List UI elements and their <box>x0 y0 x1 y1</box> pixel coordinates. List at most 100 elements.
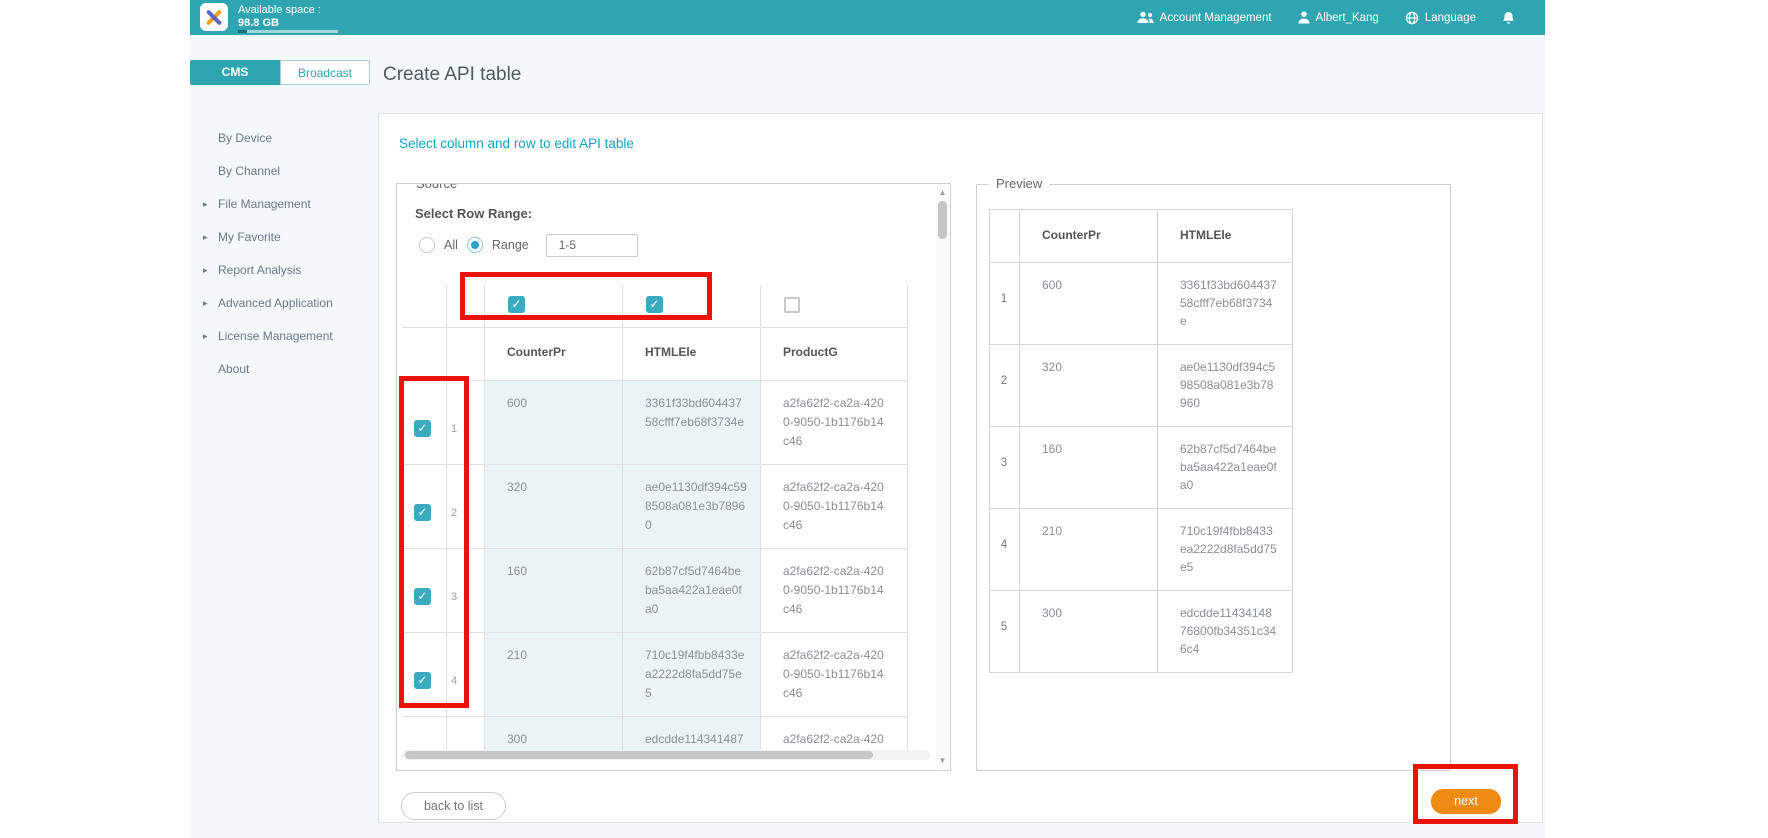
sidebar-item-about[interactable]: About <box>190 362 378 380</box>
vertical-scrollbar[interactable]: ▲ ▼ <box>936 185 949 769</box>
grid-line <box>989 344 1292 345</box>
expand-arrow-icon: ▸ <box>203 331 208 341</box>
globe-icon <box>1405 11 1419 25</box>
column-checkbox-productg[interactable] <box>784 297 800 313</box>
source-section: Source Select Row Range: All Range ✓Coun… <box>396 183 951 771</box>
grid-line <box>1157 209 1158 672</box>
grid-line <box>622 285 623 753</box>
grid-line <box>989 209 990 672</box>
grid-line <box>402 380 907 381</box>
preview-cell-counterpr: 600 <box>1042 278 1063 292</box>
horizontal-scroll-thumb[interactable] <box>405 751 873 759</box>
sidebar-item-by-channel[interactable]: By Channel <box>190 164 378 182</box>
sidebar-item-label: About <box>218 362 250 376</box>
sidebar-item-report-analysis[interactable]: ▸ Report Analysis <box>190 263 378 281</box>
grid-line <box>989 590 1292 591</box>
cell-counterpr: 320 <box>507 480 528 494</box>
sidebar-item-file-management[interactable]: ▸ File Management <box>190 197 378 215</box>
cell-counterpr: 160 <box>507 564 528 578</box>
topbar-nav: Account Management Albert_Kang Language <box>1137 0 1515 35</box>
people-icon <box>1137 11 1154 24</box>
cell-counterpr: 210 <box>507 648 528 662</box>
sidebar-item-license-management[interactable]: ▸ License Management <box>190 329 378 347</box>
radio-range-label: Range <box>491 238 529 252</box>
sidebar-item-label: License Management <box>218 329 333 343</box>
preview-cell-htmlele: ae0e1130df394c598508a081e3b78960 <box>1180 360 1276 410</box>
page-title: Create API table <box>383 64 522 85</box>
top-bar: Available space : 98.8 GB Account Manage… <box>190 0 1545 35</box>
horizontal-scrollbar[interactable] <box>402 750 930 760</box>
preview-cell-counterpr: 300 <box>1042 606 1063 620</box>
column-header-counterpr: CounterPr <box>507 345 566 359</box>
expand-arrow-icon: ▸ <box>203 265 208 275</box>
cell-htmlele: 3361f33bd60443758cfff7eb68f3734e <box>645 396 744 429</box>
grid-line <box>402 548 907 549</box>
back-to-list-button[interactable]: back to list <box>401 792 506 820</box>
grid-line <box>402 716 907 717</box>
content-wrapper: Available space : 98.8 GB Account Manage… <box>190 0 1545 838</box>
language-label: Language <box>1424 11 1476 24</box>
grid-line <box>989 262 1292 263</box>
range-input[interactable] <box>545 233 638 257</box>
person-icon <box>1298 11 1310 24</box>
preview-table: CounterPr HTMLEle 1 600 3361f33bd60443758cff… <box>977 185 1452 772</box>
sidebar-item-label: My Favorite <box>218 230 281 244</box>
scroll-up-icon[interactable]: ▲ <box>936 187 949 199</box>
grid-line <box>989 672 1292 673</box>
app-logo-icon[interactable] <box>200 3 228 31</box>
cell-htmlele: 710c19f4fbb8433ea2222d8fa5dd75e5 <box>645 648 745 700</box>
cell-counterpr: 600 <box>507 396 528 410</box>
highlight-box-column-checkboxes <box>460 272 712 320</box>
account-management-label: Account Management <box>1159 11 1272 24</box>
sidebar-item-by-device[interactable]: By Device <box>190 131 378 149</box>
bell-icon <box>1502 11 1515 25</box>
sidebar-item-label: By Channel <box>218 164 281 178</box>
highlight-box-row-checkboxes <box>399 376 469 708</box>
preview-section: Preview CounterPr HTMLEle 1 600 3361f33bd604… <box>976 176 1452 772</box>
user-menu[interactable]: Albert_Kang <box>1298 11 1379 24</box>
preview-row-number: 2 <box>1000 375 1008 387</box>
radio-range[interactable] <box>466 237 483 253</box>
main-panel: Select column and row to edit API table … <box>378 113 1543 824</box>
grid-line <box>989 508 1292 509</box>
cell-productg: a2fa62f2-ca2a-4200-9050-1b1176b14c46 <box>783 396 884 448</box>
grid-line <box>1292 209 1293 672</box>
grid-line <box>484 285 485 753</box>
preview-cell-counterpr: 210 <box>1042 524 1063 538</box>
cell-productg: a2fa62f2-ca2a-4200-9050-1b1176b14c46 <box>783 564 884 616</box>
grid-line <box>989 426 1292 427</box>
cell-htmlele: 62b87cf5d7464beba5aa422a1eae0fa0 <box>645 564 742 616</box>
expand-arrow-icon: ▸ <box>203 232 208 242</box>
grid-line <box>402 464 907 465</box>
language-menu[interactable]: Language <box>1405 11 1476 25</box>
available-space-progressbar <box>238 30 338 33</box>
column-header-productg: ProductG <box>783 345 838 359</box>
preview-cell-counterpr: 160 <box>1042 442 1063 456</box>
account-management-link[interactable]: Account Management <box>1137 11 1272 24</box>
username-label: Albert_Kang <box>1315 11 1379 24</box>
grid-line <box>402 327 907 328</box>
source-legend: Source <box>412 184 462 191</box>
cell-productg: a2fa62f2-ca2a-4200-9050-1b1176b14c46 <box>783 480 884 532</box>
scroll-down-icon[interactable]: ▼ <box>936 755 949 767</box>
sidebar-item-label: Advanced Application <box>218 296 333 310</box>
preview-cell-counterpr: 320 <box>1042 360 1063 374</box>
column-header-htmlele: HTMLEle <box>645 345 697 359</box>
source-table: ✓ CounterPr ✓ HTMLEle ProductG ✓ 1 600 3361f33bd… <box>397 285 950 753</box>
sidebar-item-label: By Device <box>218 131 273 145</box>
notifications-button[interactable] <box>1502 11 1515 25</box>
preview-row-number: 3 <box>1000 457 1008 469</box>
sidebar-item-advanced-application[interactable]: ▸ Advanced Application <box>190 296 378 314</box>
next-button[interactable]: next <box>1431 789 1501 814</box>
grid-line <box>1019 209 1020 672</box>
expand-arrow-icon: ▸ <box>203 199 208 209</box>
sidebar-item-my-favorite[interactable]: ▸ My Favorite <box>190 230 378 248</box>
cell-counterpr: 300 <box>507 732 528 746</box>
preview-column-header-htmlele: HTMLEle <box>1180 228 1232 242</box>
grid-line <box>760 285 761 753</box>
vertical-scroll-thumb[interactable] <box>938 201 947 239</box>
sidebar-item-label: Report Analysis <box>218 263 302 277</box>
radio-all[interactable] <box>419 237 435 253</box>
preview-row-number: 4 <box>1000 539 1008 551</box>
preview-column-header-counterpr: CounterPr <box>1042 228 1101 242</box>
